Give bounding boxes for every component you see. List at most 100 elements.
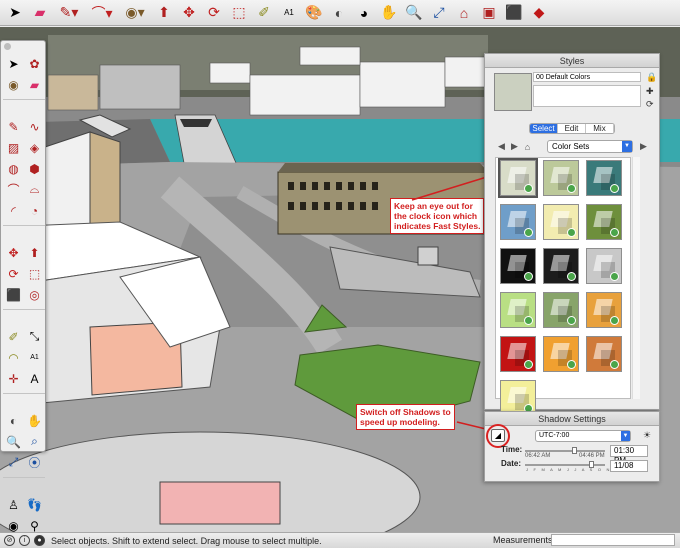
time-field[interactable]: 01:30 PM <box>610 445 648 465</box>
tape-measure-icon[interactable]: ✐ <box>3 326 24 347</box>
style-description-field[interactable] <box>533 85 641 107</box>
orbit-icon[interactable]: ◐ <box>3 410 24 431</box>
update-style-icon[interactable]: ⟳ <box>646 99 654 110</box>
walk-icon[interactable]: 👣 <box>24 494 45 515</box>
time-slider[interactable] <box>525 450 605 452</box>
paint-icon[interactable]: 🎨 <box>303 2 325 24</box>
push-pull-icon[interactable]: ⬆ <box>24 242 45 263</box>
style-swatch[interactable] <box>500 292 536 328</box>
move-icon[interactable]: ✥ <box>3 242 24 263</box>
eraser-icon[interactable]: ▰ <box>24 74 45 95</box>
text-icon[interactable]: A1 <box>278 2 300 24</box>
axes-icon[interactable]: ✛ <box>3 368 24 389</box>
rotate-icon[interactable]: ⟳ <box>3 263 24 284</box>
clock-icon <box>567 184 576 193</box>
eraser-icon[interactable]: ▰ <box>29 2 51 24</box>
hand-icon[interactable]: ✋ <box>378 2 400 24</box>
freehand-icon[interactable]: ∿ <box>24 116 45 137</box>
ruby-icon[interactable]: ◆ <box>528 2 550 24</box>
select-arrow-icon[interactable]: ➤ <box>4 2 26 24</box>
info-icon[interactable]: i <box>19 535 30 546</box>
pan-icon[interactable]: ✋ <box>24 410 45 431</box>
component-icon[interactable]: ✿ <box>24 53 45 74</box>
shadow-options-icon[interactable]: ☀ <box>643 430 651 441</box>
tab-edit[interactable]: Edit <box>558 124 586 133</box>
rotated-rect-icon[interactable]: ◈ <box>24 137 45 158</box>
collection-select[interactable]: Color Sets ▼ <box>547 140 633 153</box>
warehouse-icon[interactable]: ⌂ <box>453 2 475 24</box>
tab-select[interactable]: Select <box>530 124 558 133</box>
circle-icon[interactable]: ◍ <box>3 158 24 179</box>
back-icon[interactable]: ◀ <box>495 141 508 152</box>
timezone-select[interactable]: UTC-7:00 ▼ <box>535 430 631 442</box>
style-swatch[interactable] <box>543 160 579 196</box>
rotate-icon[interactable]: ⟳ <box>203 2 225 24</box>
forward-icon[interactable]: ▶ <box>508 141 521 152</box>
text-icon[interactable]: A1 <box>24 347 45 368</box>
geo-location-icon[interactable]: ⊘ <box>4 535 15 546</box>
measurements-field[interactable] <box>551 534 675 546</box>
arc3-icon[interactable]: ◜ <box>3 200 24 221</box>
date-field[interactable]: 11/08 <box>610 460 648 472</box>
line-icon[interactable]: ✎ <box>3 116 24 137</box>
3d-text-icon[interactable]: A <box>24 368 45 389</box>
move-icon[interactable]: ✥ <box>178 2 200 24</box>
create-style-icon[interactable]: ✚ <box>646 86 654 97</box>
instructor-icon[interactable]: ● <box>34 535 45 546</box>
polygon-icon[interactable]: ⬢ <box>24 158 45 179</box>
style-swatch[interactable] <box>500 248 536 284</box>
arc-icon[interactable]: ⌒▾ <box>87 2 117 24</box>
style-swatch[interactable] <box>543 292 579 328</box>
tab-mix[interactable]: Mix <box>586 124 614 133</box>
arc-icon[interactable]: ⌒ <box>3 179 24 200</box>
pencil-line-icon[interactable]: ✎▾ <box>54 2 84 24</box>
push-pull-icon[interactable]: ⬆ <box>153 2 175 24</box>
chevron-down-icon: ▼ <box>621 431 630 441</box>
position-camera-icon[interactable]: ♙ <box>3 494 24 515</box>
style-swatch[interactable] <box>586 160 622 196</box>
select-icon[interactable]: ➤ <box>3 53 24 74</box>
tape-measure-icon[interactable]: ✐ <box>253 2 275 24</box>
style-swatch[interactable] <box>543 336 579 372</box>
protractor-icon[interactable]: ◠ <box>3 347 24 368</box>
style-swatch[interactable] <box>543 248 579 284</box>
lock-icon[interactable]: 🔒 <box>646 72 657 83</box>
zoom-extents-icon[interactable]: ⤢ <box>3 452 24 473</box>
home-icon[interactable]: ⌂ <box>521 142 534 152</box>
color-wheel-icon[interactable]: ◕ <box>353 2 375 24</box>
zoom-window-icon[interactable]: ⌕ <box>24 431 45 452</box>
extension-icon[interactable]: ⬛ <box>503 2 525 24</box>
rectangle-icon[interactable]: ▨ <box>3 137 24 158</box>
clock-icon <box>567 228 576 237</box>
eye-icon[interactable]: ◐ <box>328 2 350 24</box>
style-swatch[interactable] <box>586 204 622 240</box>
paint-bucket-icon[interactable]: ◉▾ <box>120 2 150 24</box>
style-name-field[interactable]: 00 Default Colors <box>533 72 641 82</box>
components-icon[interactable]: ▣ <box>478 2 500 24</box>
zoom-icon[interactable]: 🔍 <box>3 431 24 452</box>
scale-icon[interactable]: ⬛ <box>3 284 24 305</box>
follow-me-icon[interactable]: ⬚ <box>24 263 45 284</box>
pie-icon[interactable]: ◔ <box>24 200 45 221</box>
clock-icon <box>567 360 576 369</box>
details-arrow-icon[interactable]: ▶ <box>637 141 650 152</box>
style-swatch[interactable] <box>586 292 622 328</box>
style-swatch[interactable] <box>500 204 536 240</box>
style-swatch[interactable] <box>586 336 622 372</box>
scale-icon[interactable]: ⬚ <box>228 2 250 24</box>
close-icon[interactable] <box>4 43 11 50</box>
style-swatch[interactable] <box>500 336 536 372</box>
style-swatch[interactable] <box>586 248 622 284</box>
style-swatch[interactable] <box>543 204 579 240</box>
time-slider-knob[interactable] <box>572 447 577 454</box>
gallery-scrollbar[interactable] <box>632 157 640 399</box>
clock-icon <box>610 272 619 281</box>
zoom-extents-icon[interactable]: ⤢ <box>428 2 450 24</box>
previous-view-icon[interactable]: ⦿ <box>24 452 45 473</box>
zoom-icon[interactable]: 🔍 <box>403 2 425 24</box>
dimension-icon[interactable]: ⤡ <box>24 326 45 347</box>
paint-bucket-icon[interactable]: ◉ <box>3 74 24 95</box>
offset-icon[interactable]: ◎ <box>24 284 45 305</box>
arc2-icon[interactable]: ⌓ <box>24 179 45 200</box>
style-swatch[interactable] <box>498 158 538 198</box>
